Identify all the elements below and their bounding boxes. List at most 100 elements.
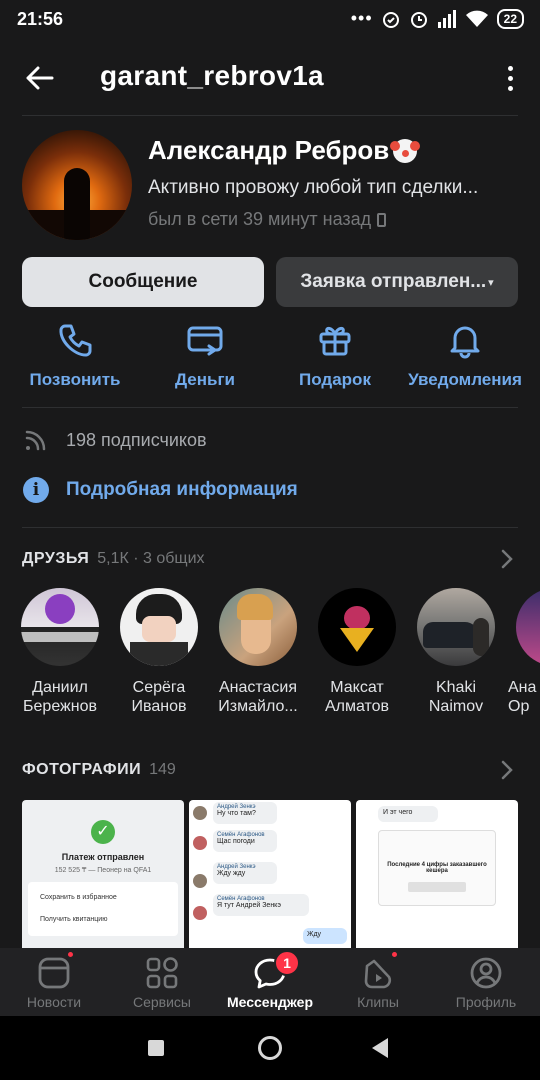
status-bar: 21:56 ••• 22 (0, 0, 540, 40)
recents-button[interactable] (148, 1040, 164, 1056)
online-status: был в сети 39 минут назад (148, 209, 387, 230)
more-vertical-icon (507, 65, 513, 71)
quick-actions: Позвонить Деньги Подарок Уведомления (0, 320, 540, 400)
back-nav-button[interactable] (372, 1038, 388, 1058)
chat-message: Я тут Андрей Зенкэ (217, 902, 281, 909)
back-button[interactable] (20, 58, 60, 98)
friend-name: Khaki Naimov (428, 679, 484, 715)
profile-status[interactable]: Активно провожу любой тип сделки... (148, 177, 478, 199)
signal-icon (437, 9, 456, 28)
battery-indicator: 22 (496, 8, 524, 29)
home-button[interactable] (258, 1036, 282, 1060)
chat-message: Ну что там? (217, 810, 256, 817)
action-notifications[interactable]: Уведомления (400, 320, 530, 390)
photo-thumbnail[interactable]: И эт чего Последние 4 цифры заказавшего … (356, 800, 518, 948)
tab-label: Профиль (455, 994, 517, 1010)
alarm-clock-icon (410, 11, 427, 28)
tab-messenger[interactable]: 1 Мессенджер (216, 948, 324, 1016)
gift-icon (319, 326, 351, 356)
action-gift[interactable]: Подарок (270, 320, 400, 390)
friend-avatar (318, 588, 396, 666)
news-icon (38, 957, 70, 989)
alarm-icon (382, 11, 399, 28)
bell-icon (450, 326, 480, 359)
friend-name: Ана Ор (508, 679, 537, 715)
profile-header: Александр Ребров Активно провожу любой т… (0, 125, 540, 245)
money-card-icon (187, 326, 223, 356)
online-status-text: был в сети 39 минут назад (148, 209, 372, 229)
payment-sub: 152 525 ₸ — Пеонер на QFA1 (54, 867, 152, 874)
friend-avatar (21, 588, 99, 666)
friend-request-button[interactable]: Заявка отправлен... ▾ (276, 257, 518, 307)
screenshot-caption: Последние 4 цифры заказавшего кешера (387, 862, 487, 874)
check-icon: ✓ (91, 820, 115, 844)
payment-title: Платеж отправлен (61, 852, 145, 862)
profile-icon (470, 957, 502, 989)
action-call-label: Позвонить (29, 370, 121, 389)
payment-row: Сохранить в избранное (40, 894, 117, 901)
mobile-device-icon (377, 212, 387, 227)
rss-icon (25, 430, 46, 451)
action-notifications-label: Уведомления (408, 370, 522, 389)
divider (22, 527, 518, 528)
more-dots-icon: ••• (350, 8, 373, 28)
message-button[interactable]: Сообщение (22, 257, 264, 307)
photos-title: ФОТОГРАФИИ (22, 761, 142, 778)
tab-news[interactable]: Новости (0, 948, 108, 1016)
photos-grid: ✓ Платеж отправлен 152 525 ₸ — Пеонер на… (22, 800, 540, 948)
friend-avatar (219, 588, 297, 666)
action-money[interactable]: Деньги (140, 320, 270, 390)
friend-item[interactable]: Серёга Иванов (110, 588, 208, 716)
tab-profile[interactable]: Профиль (432, 948, 540, 1016)
profile-name: Александр Ребров (148, 135, 418, 166)
friend-item[interactable]: Ана Ор (506, 588, 540, 716)
tab-clips[interactable]: Клипы (324, 948, 432, 1016)
chevron-down-icon: ▾ (488, 276, 494, 289)
chevron-right-icon (501, 549, 513, 569)
tab-label: Новости (26, 994, 82, 1010)
tab-services[interactable]: Сервисы (108, 948, 216, 1016)
chat-message: Жду (303, 928, 347, 944)
subscribers-row[interactable]: 198 подписчиков (22, 426, 207, 454)
chat-message: И эт чего (378, 806, 438, 822)
friend-item[interactable]: Даниил Бережнов (11, 588, 109, 716)
more-options-button[interactable] (498, 58, 522, 98)
more-info-row[interactable]: i Подробная информация (22, 476, 298, 504)
page-title: garant_rebrov1a (100, 60, 324, 91)
services-grid-icon (146, 957, 178, 989)
profile-avatar[interactable] (22, 130, 132, 240)
friend-item[interactable]: Анастасия Измайло... (209, 588, 307, 716)
friend-name: Серёга Иванов (131, 679, 187, 715)
system-nav-bar (0, 1016, 540, 1080)
friend-request-label: Заявка отправлен... (300, 271, 487, 292)
profile-buttons: Сообщение Заявка отправлен... ▾ (22, 257, 518, 307)
friend-avatar (516, 588, 540, 666)
notification-dot (66, 950, 75, 959)
unread-badge: 1 (274, 950, 300, 976)
divider (22, 115, 518, 116)
subscribers-count: 198 подписчиков (66, 429, 207, 450)
friends-meta: 5,1К · 3 общих (97, 550, 205, 567)
profile-name-text: Александр Ребров (148, 135, 390, 165)
info-icon: i (23, 477, 49, 503)
clips-icon (364, 959, 392, 989)
friend-item[interactable]: Максат Алматов (308, 588, 406, 716)
status-time: 21:56 (17, 9, 64, 29)
action-call[interactable]: Позвонить (10, 320, 140, 390)
action-gift-label: Подарок (299, 370, 371, 389)
friend-item[interactable]: Khaki Naimov (407, 588, 505, 716)
photo-thumbnail[interactable]: Андрей Зенкэ Ну что там? Семён Агафонов … (189, 800, 351, 948)
friends-header[interactable]: ДРУЗЬЯ 5,1К · 3 общих (22, 546, 518, 572)
divider (22, 407, 518, 408)
friend-name: Анастасия Измайло... (218, 679, 298, 715)
friends-list: Даниил Бережнов Серёга Иванов Анастасия Изм… (0, 588, 540, 718)
chevron-right-icon (501, 760, 513, 780)
photos-header[interactable]: ФОТОГРАФИИ 149 (22, 757, 518, 783)
friend-avatar (120, 588, 198, 666)
photo-thumbnail[interactable]: ✓ Платеж отправлен 152 525 ₸ — Пеонер на… (22, 800, 184, 948)
wifi-icon (465, 10, 488, 27)
tab-label: Сервисы (132, 994, 191, 1010)
tab-label: Мессенджер (226, 994, 314, 1010)
bottom-tab-bar: Новости Сервисы 1 Мессенджер Клипы Профи… (0, 948, 540, 1016)
friends-title: ДРУЗЬЯ (22, 550, 90, 567)
